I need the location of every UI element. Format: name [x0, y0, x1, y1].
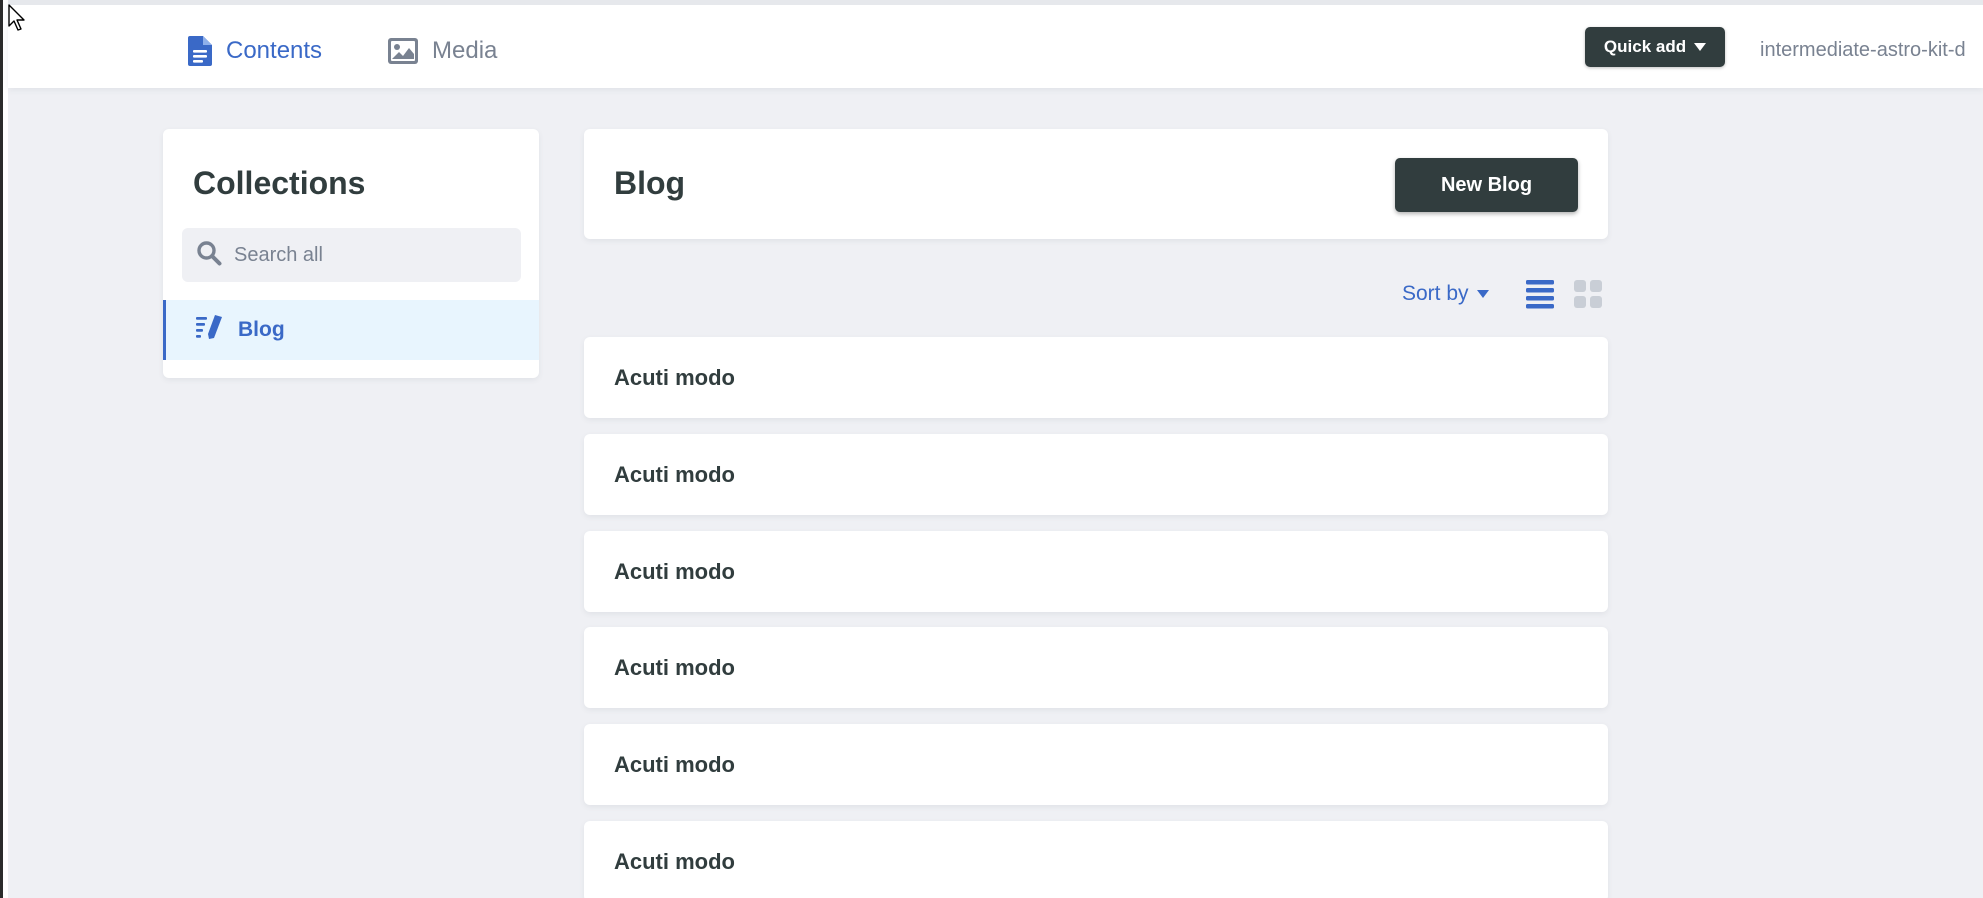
nav-media[interactable]: Media [388, 31, 497, 71]
sidebar-item-label: Blog [238, 318, 285, 341]
document-icon [188, 36, 212, 66]
quick-add-button[interactable]: Quick add [1585, 27, 1725, 67]
entry-title: Acuti modo [614, 654, 735, 680]
site-name-link[interactable]: intermediate-astro-kit-d [1760, 39, 1966, 62]
entry-title: Acuti modo [614, 751, 735, 777]
entry-title: Acuti modo [614, 364, 735, 390]
page-title: Blog [614, 165, 686, 201]
collections-sidebar: Collections Blog [163, 129, 539, 378]
new-blog-button[interactable]: New Blog [1395, 158, 1578, 212]
list-item[interactable]: Acuti modo [584, 337, 1608, 418]
mouse-cursor-icon [8, 4, 28, 37]
sort-by-dropdown[interactable]: Sort by [1402, 280, 1489, 308]
nav-contents[interactable]: Contents [188, 31, 322, 71]
sort-by-label: Sort by [1402, 282, 1469, 305]
search-box[interactable] [182, 228, 521, 282]
sidebar-title: Collections [193, 165, 366, 201]
list-item[interactable]: Acuti modo [584, 627, 1608, 708]
search-input[interactable] [234, 243, 514, 267]
image-icon [388, 38, 418, 64]
quick-add-label: Quick add [1603, 37, 1687, 56]
search-icon [196, 240, 222, 271]
entry-title: Acuti modo [614, 848, 735, 874]
list-item[interactable]: Acuti modo [584, 724, 1608, 805]
entry-title: Acuti modo [614, 461, 735, 487]
collection-header: Blog New Blog [584, 129, 1608, 239]
window-edge-inner [3, 0, 8, 898]
nav-media-label: Media [432, 37, 498, 64]
sidebar-item-blog[interactable]: Blog [163, 300, 539, 360]
list-item[interactable]: Acuti modo [584, 434, 1608, 515]
caret-down-icon [1476, 290, 1489, 298]
entry-title: Acuti modo [614, 558, 735, 584]
top-bar: Contents Media Quick add intermediate-as… [8, 0, 1983, 88]
grid-view-icon[interactable] [1574, 279, 1602, 314]
list-view-icon[interactable] [1526, 279, 1554, 314]
list-item[interactable]: Acuti modo [584, 821, 1608, 898]
caret-down-icon [1694, 43, 1707, 51]
list-item[interactable]: Acuti modo [584, 531, 1608, 612]
nav-contents-label: Contents [226, 37, 323, 64]
blog-collection-icon [196, 314, 224, 346]
